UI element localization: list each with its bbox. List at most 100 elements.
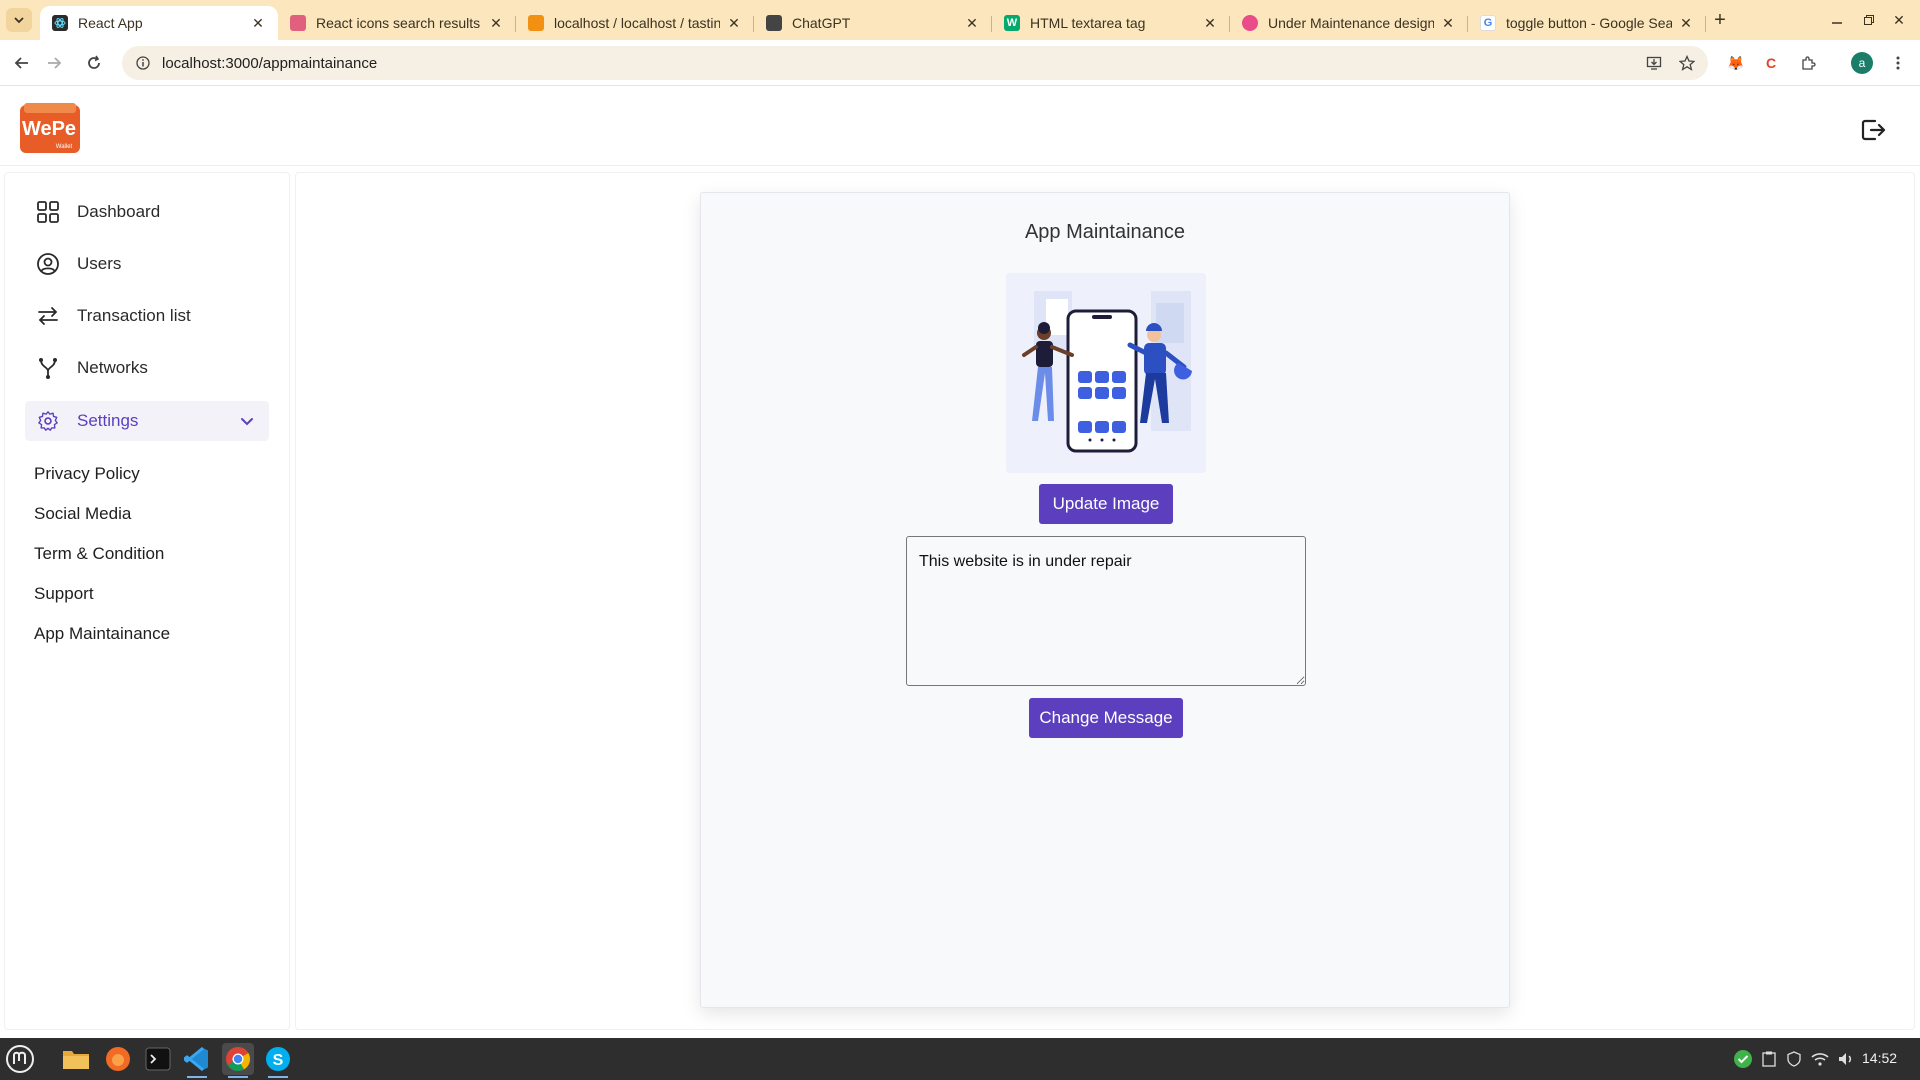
browser-menu-icon[interactable]	[1884, 49, 1912, 77]
settings-sub-privacy-policy[interactable]: Privacy Policy	[34, 464, 140, 484]
maintenance-illustration-graphic	[1006, 273, 1206, 473]
bookmark-star-icon[interactable]	[1673, 49, 1701, 77]
close-window-icon[interactable]: ✕	[1884, 6, 1914, 34]
shield-icon[interactable]	[1783, 1048, 1805, 1070]
url-text: localhost:3000/appmaintainance	[162, 54, 378, 72]
terminal-icon[interactable]	[142, 1043, 174, 1075]
profile-avatar[interactable]: a	[1851, 52, 1873, 74]
clipboard-icon[interactable]	[1758, 1048, 1780, 1070]
skype-icon[interactable]: S	[262, 1043, 294, 1078]
sidebar-item-label: Networks	[77, 358, 148, 377]
tab-html-textarea[interactable]: W HTML textarea tag ✕	[992, 6, 1230, 40]
sidebar-item-label: Users	[77, 254, 122, 273]
chatgpt-favicon-icon	[766, 15, 782, 31]
tab-title: localhost / localhost / tastin	[554, 15, 720, 31]
react-icons-favicon-icon	[290, 15, 306, 31]
back-arrow-icon[interactable]	[8, 49, 36, 77]
wepe-logo[interactable]: WePe Wallet	[18, 103, 84, 155]
svg-text:S: S	[273, 1052, 284, 1069]
app-header: WePe Wallet	[0, 87, 1920, 166]
metamask-extension-icon[interactable]: 🦊	[1724, 51, 1748, 75]
tab-close-icon[interactable]: ✕	[1440, 15, 1456, 31]
chevron-down-icon	[14, 17, 24, 24]
logo-subtext: Wallet	[56, 144, 73, 150]
sidebar-item-networks[interactable]: Networks	[25, 348, 269, 388]
tab-title: React App	[78, 15, 143, 31]
os-taskbar: S 14:52	[0, 1038, 1920, 1080]
volume-icon[interactable]	[1835, 1048, 1857, 1070]
browser-toolbar: localhost:3000/appmaintainance 🦊 C a	[0, 40, 1920, 86]
browser-tab-strip: React App ✕ React icons search results ✕…	[0, 0, 1920, 40]
sidebar-item-settings[interactable]: Settings	[25, 401, 269, 441]
google-favicon-icon: G	[1480, 15, 1496, 31]
logout-button[interactable]	[1858, 115, 1888, 145]
arrows-exchange-icon	[35, 303, 61, 329]
taskbar-clock[interactable]: 14:52	[1862, 1050, 1897, 1066]
settings-sub-support[interactable]: Support	[34, 584, 94, 604]
tab-close-icon[interactable]: ✕	[964, 15, 980, 31]
tab-close-icon[interactable]: ✕	[1202, 15, 1218, 31]
phpmyadmin-favicon-icon	[528, 15, 544, 31]
sidebar-item-users[interactable]: Users	[25, 244, 269, 284]
tab-react-icons[interactable]: React icons search results ✕	[278, 6, 516, 40]
tab-close-icon[interactable]: ✕	[1678, 15, 1694, 31]
tab-title: Under Maintenance designs,	[1268, 15, 1434, 31]
tab-close-icon[interactable]: ✕	[488, 15, 504, 31]
tab-title: ChatGPT	[792, 15, 851, 31]
sidebar-item-dashboard[interactable]: Dashboard	[25, 192, 269, 232]
extensions-puzzle-icon[interactable]	[1796, 51, 1820, 75]
user-circle-icon	[35, 251, 61, 277]
react-favicon-icon	[52, 15, 68, 31]
logo-text: WePe	[22, 118, 76, 140]
install-app-icon[interactable]	[1640, 49, 1668, 77]
dashboard-grid-icon	[35, 199, 61, 225]
files-folder-icon[interactable]	[60, 1043, 92, 1075]
settings-sub-social-media[interactable]: Social Media	[34, 504, 131, 524]
page-title: App Maintainance	[1024, 221, 1186, 243]
minimize-icon[interactable]	[1822, 6, 1852, 34]
address-bar[interactable]: localhost:3000/appmaintainance	[122, 46, 1708, 80]
settings-sub-term-condition[interactable]: Term & Condition	[34, 544, 164, 564]
w3schools-favicon-icon: W	[1004, 15, 1020, 31]
new-tab-icon[interactable]: +	[1708, 8, 1732, 32]
sidebar: Dashboard Users Transaction list Network…	[4, 172, 290, 1030]
update-manager-check-icon[interactable]	[1732, 1048, 1754, 1070]
app-maintainance-card: App Maintainance Update Image This websi…	[700, 192, 1510, 1008]
chrome-icon[interactable]	[222, 1043, 254, 1078]
tab-title: HTML textarea tag	[1030, 15, 1146, 31]
tab-title: React icons search results	[316, 15, 481, 31]
tab-dribbble[interactable]: Under Maintenance designs, ✕	[1230, 6, 1468, 40]
sidebar-item-label: Transaction list	[77, 306, 191, 325]
wifi-icon[interactable]	[1809, 1048, 1831, 1070]
sidebar-item-transaction-list[interactable]: Transaction list	[25, 296, 269, 336]
tab-close-icon[interactable]: ✕	[250, 15, 266, 31]
maintenance-message-textarea[interactable]	[906, 536, 1306, 686]
tab-close-icon[interactable]: ✕	[726, 15, 742, 31]
tab-phpmyadmin[interactable]: localhost / localhost / tastin ✕	[516, 6, 754, 40]
extension-c-icon[interactable]: C	[1759, 51, 1783, 75]
settings-sub-app-maintainance[interactable]: App Maintainance	[34, 624, 170, 644]
network-fork-icon	[35, 355, 61, 381]
firefox-icon[interactable]	[102, 1043, 134, 1075]
tab-google-search[interactable]: G toggle button - Google Sear ✕	[1468, 6, 1706, 40]
update-image-button[interactable]: Update Image	[1039, 484, 1173, 524]
tab-react-app[interactable]: React App ✕	[40, 6, 278, 40]
maintenance-illustration	[1006, 273, 1206, 473]
vscode-icon[interactable]	[181, 1043, 213, 1078]
logout-icon	[1861, 119, 1886, 141]
dribbble-favicon-icon	[1242, 15, 1258, 31]
tab-list: React App ✕ React icons search results ✕…	[40, 0, 1706, 40]
chevron-down-icon[interactable]	[237, 411, 257, 431]
gear-icon	[35, 408, 61, 434]
restore-icon[interactable]	[1854, 6, 1884, 34]
sidebar-item-label: Settings	[77, 411, 139, 430]
mint-menu-icon[interactable]	[4, 1043, 36, 1075]
tab-title: toggle button - Google Sear	[1506, 15, 1672, 31]
sidebar-item-label: Dashboard	[77, 202, 161, 221]
site-info-icon[interactable]	[134, 54, 152, 72]
change-message-button[interactable]: Change Message	[1029, 698, 1183, 738]
forward-arrow-icon[interactable]	[40, 49, 68, 77]
tab-chatgpt[interactable]: ChatGPT ✕	[754, 6, 992, 40]
tab-search-button[interactable]	[6, 8, 32, 32]
reload-icon[interactable]	[80, 49, 108, 77]
